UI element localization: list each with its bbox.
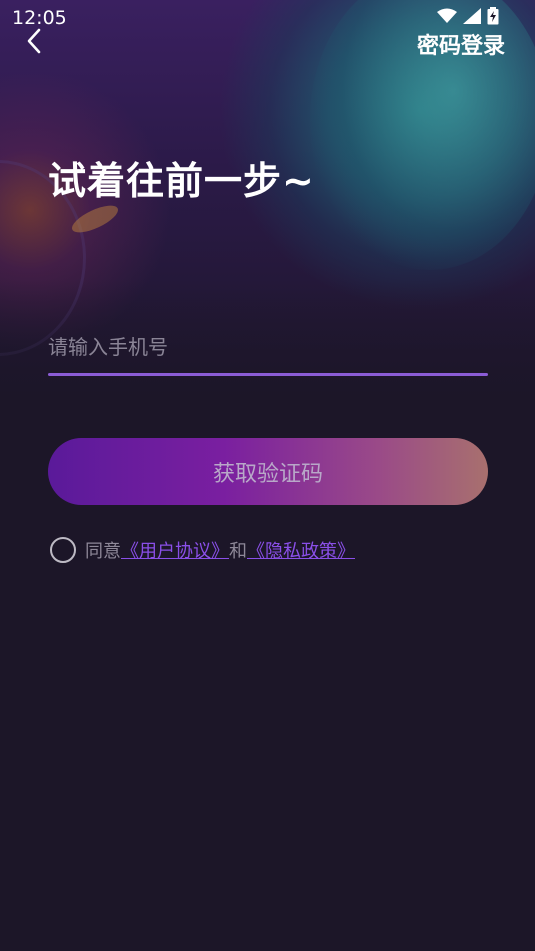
battery-icon bbox=[487, 7, 499, 25]
password-login-button[interactable]: 密码登录 bbox=[417, 28, 505, 60]
agreement-conjunction: 和 bbox=[229, 541, 247, 562]
chevron-left-icon bbox=[27, 28, 41, 54]
agreement-prefix: 同意 bbox=[85, 541, 121, 562]
phone-field bbox=[48, 322, 488, 376]
privacy-policy-link[interactable]: 《隐私政策》 bbox=[247, 537, 355, 563]
agree-radio[interactable] bbox=[50, 537, 76, 563]
background-leaf bbox=[68, 200, 122, 238]
get-code-button[interactable]: 获取验证码 bbox=[48, 438, 488, 505]
phone-input[interactable] bbox=[48, 322, 488, 372]
agreement-row: 同意 《用户协议》 和 《隐私政策》 bbox=[50, 537, 355, 563]
page-title: 试着往前一步~ bbox=[48, 159, 315, 203]
signal-icon bbox=[463, 8, 481, 24]
phone-underline bbox=[48, 373, 488, 376]
get-code-label: 获取验证码 bbox=[212, 461, 323, 487]
back-button[interactable] bbox=[20, 26, 50, 56]
status-icons bbox=[437, 7, 499, 25]
user-agreement-link[interactable]: 《用户协议》 bbox=[121, 537, 229, 563]
wifi-icon bbox=[437, 8, 457, 23]
